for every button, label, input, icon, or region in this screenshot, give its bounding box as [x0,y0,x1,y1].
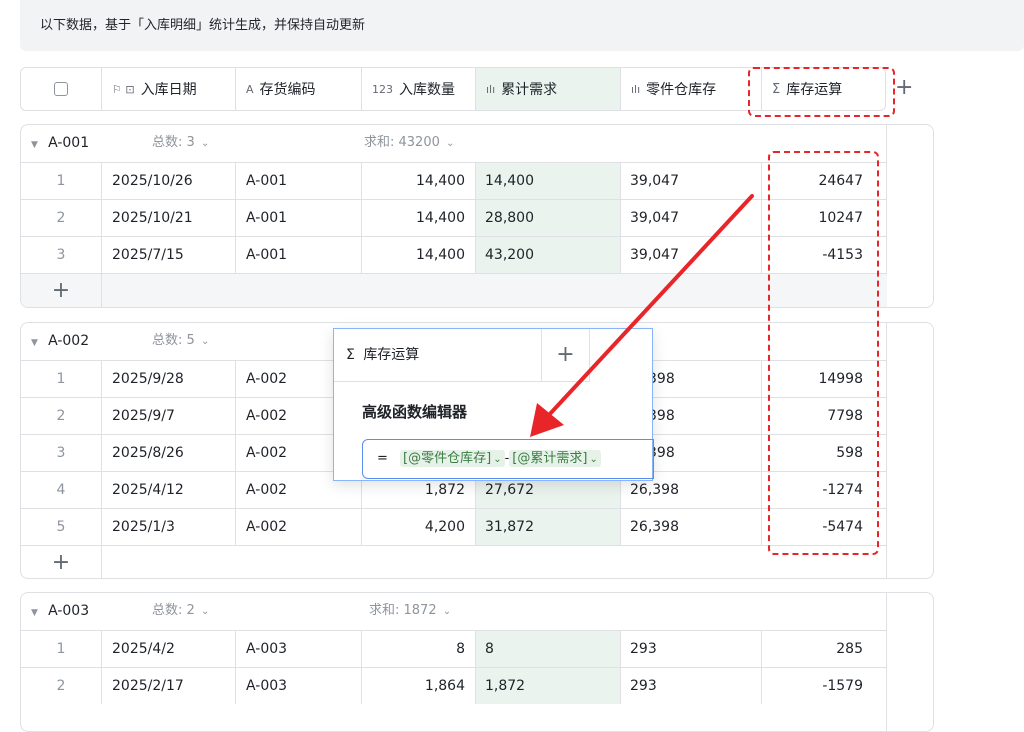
annotation-arrow [530,194,754,437]
arrow-shaft [546,194,754,418]
arrow-head [530,403,564,437]
